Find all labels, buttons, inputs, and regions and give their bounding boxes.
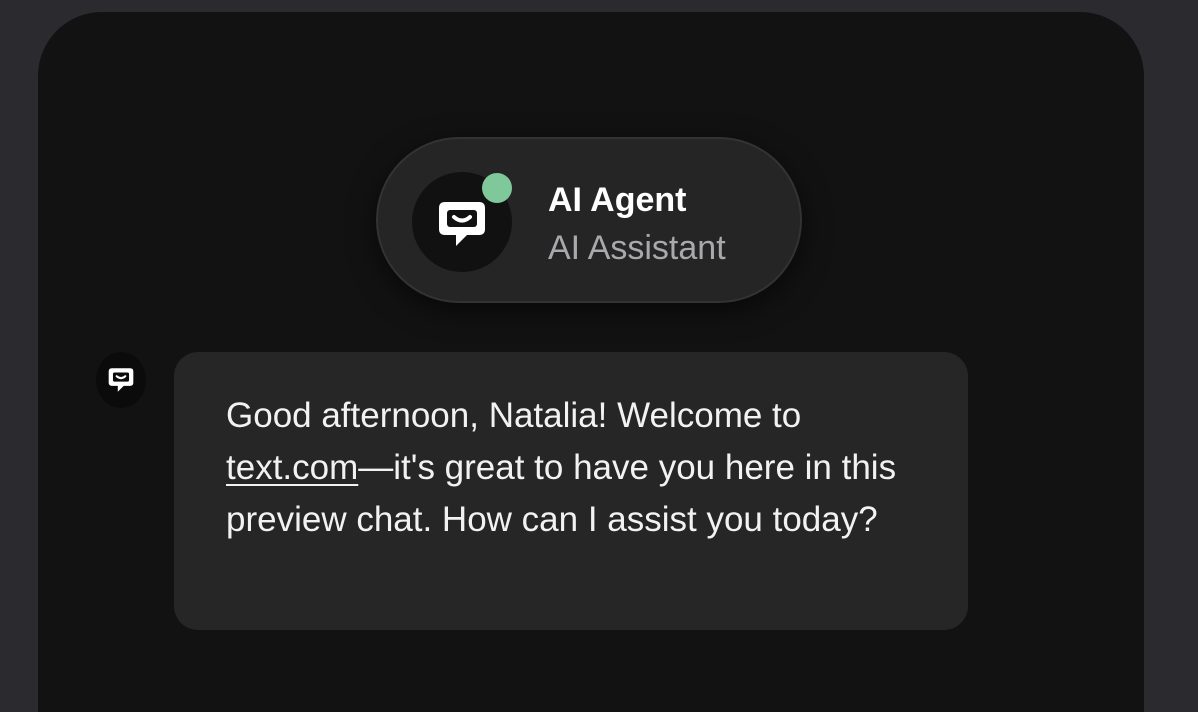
agent-name: AI Agent xyxy=(548,181,687,219)
message-greeting: Good afternoon, Natalia! Welcome to xyxy=(226,396,802,435)
message-sender-avatar xyxy=(96,352,146,408)
chat-bubble-logo-icon xyxy=(108,368,134,392)
message-bubble: Good afternoon, Natalia! Welcome to text… xyxy=(174,352,968,630)
message-text: Good afternoon, Natalia! Welcome to text… xyxy=(226,390,928,546)
chat-bubble-logo-icon xyxy=(439,202,485,246)
agent-header: AI Agent AI Assistant xyxy=(376,137,802,303)
message-link[interactable]: text.com xyxy=(226,448,358,487)
online-status-dot xyxy=(482,173,512,203)
agent-role: AI Assistant xyxy=(548,229,726,267)
chat-panel: AI Agent AI Assistant Good afternoon, Na… xyxy=(38,12,1144,712)
